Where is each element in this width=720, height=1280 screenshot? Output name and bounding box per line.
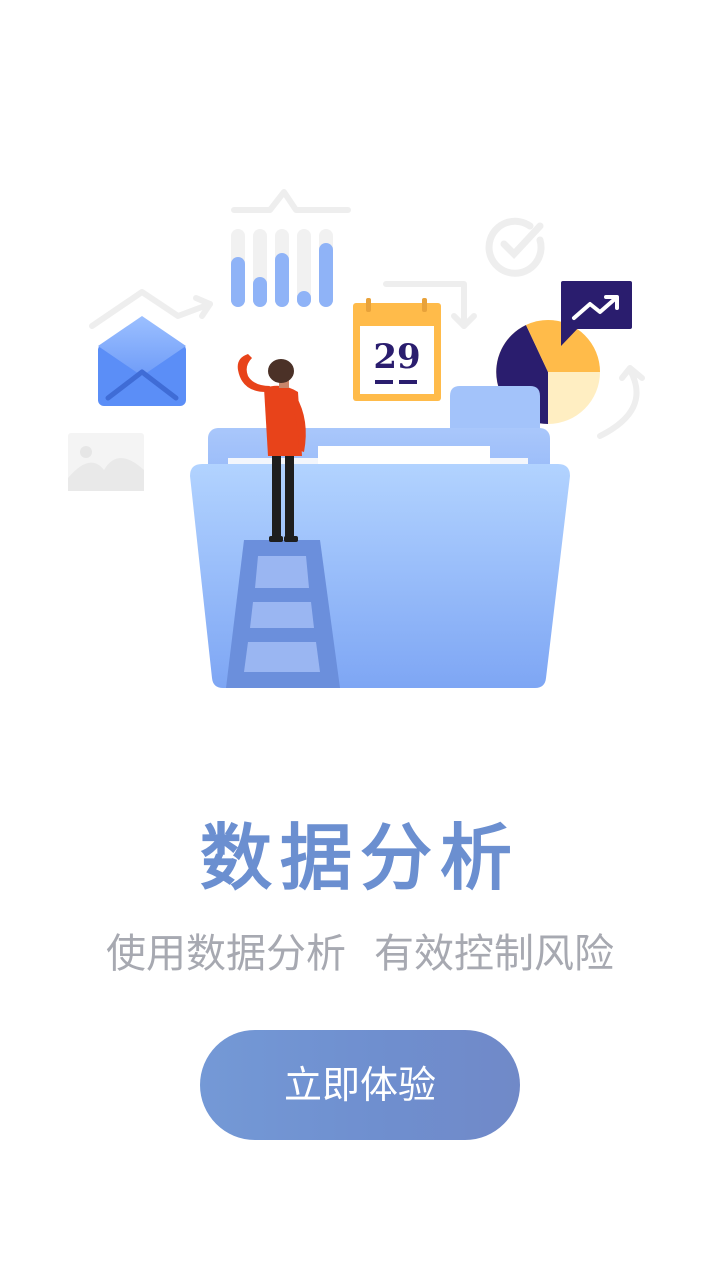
envelope-icon [98,316,186,406]
bar-chart-icon [231,229,333,307]
onboarding-screen: 29 数据分析 使用数据分析 有效控制风险 立即体验 [0,0,720,1280]
ladder-icon [226,540,340,688]
subtitle-part-2: 有效控制风险 [374,931,614,977]
page-subtitle: 使用数据分析 有效控制风险 [0,926,720,982]
data-analysis-illustration: 29 [68,189,645,688]
check-circle-icon [485,217,545,277]
calendar-day: 29 [373,337,420,377]
image-icon [68,433,144,491]
page-title: 数据分析 [199,816,520,900]
calendar-icon: 29 [353,298,441,401]
try-now-button[interactable]: 立即体验 [200,1030,520,1140]
subtitle-part-1: 使用数据分析 [106,931,346,977]
